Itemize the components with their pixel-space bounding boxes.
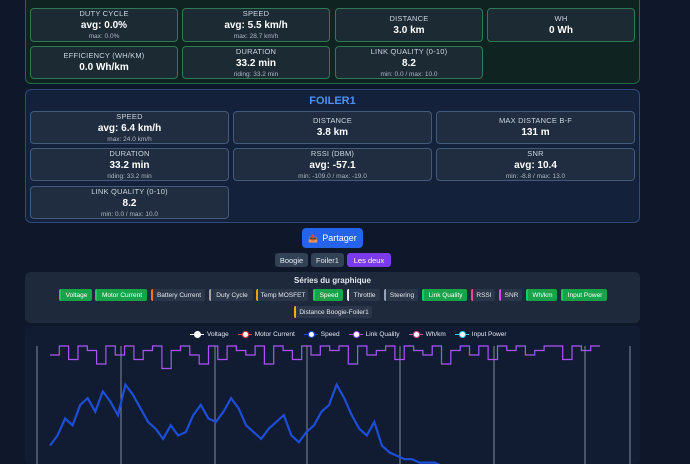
stat-card-duration: DURATION 33.2 min riding: 33.2 min	[182, 46, 330, 79]
series-chip-wh-km[interactable]: Wh/km	[526, 289, 557, 301]
stat-label: LINK QUALITY (0-10)	[91, 186, 168, 196]
foiler-card-distance: DISTANCE 3.8 km	[233, 111, 432, 144]
foiler-card-link-quality: LINK QUALITY (0-10) 8.2 min: 0.0 / max: …	[30, 186, 229, 219]
foiler-card-rssi: RSSI (DBM) avg: -57.1 min: -109.0 / max:…	[233, 148, 432, 181]
foiler-card-snr: SNR avg: 10.4 min: -8.8 / max: 13.0	[436, 148, 635, 181]
toggle-both[interactable]: Les deux	[347, 253, 391, 267]
stat-value: 0 Wh	[549, 24, 573, 36]
series-chip-speed[interactable]: Speed	[313, 289, 343, 301]
series-chip-voltage[interactable]: Voltage	[59, 289, 92, 301]
series-chip-link-quality[interactable]: Link Quality	[422, 289, 467, 301]
stat-value: avg: -57.1	[309, 159, 356, 171]
stat-value: avg: 6.4 km/h	[97, 122, 162, 134]
stat-value: 3.0 km	[393, 24, 425, 36]
series-chip-battery-current[interactable]: Battery Current	[151, 289, 205, 301]
series-chip-duty-cycle[interactable]: Duty Cycle	[209, 289, 253, 301]
stat-label: DISTANCE	[313, 116, 352, 125]
stat-label: SPEED	[116, 111, 143, 121]
stat-label: DURATION	[109, 148, 150, 158]
stat-value: avg: 0.0%	[80, 20, 128, 31]
stat-label: SNR	[527, 148, 544, 158]
stat-sub: min: 0.0 / max: 10.0	[100, 210, 159, 218]
stat-sub: min: 0.0 / max: 10.0	[380, 70, 438, 78]
stat-card-duty-cycle: DUTY CYCLE avg: 0.0% max: 0.0%	[30, 8, 178, 42]
series-chip-snr[interactable]: SNR	[499, 289, 522, 301]
stat-sub: min: -8.8 / max: 13.0	[505, 172, 566, 180]
stat-card-speed: SPEED avg: 5.5 km/h max: 28.7 km/h	[182, 8, 330, 42]
stat-label: RSSI (DBM)	[310, 148, 355, 158]
series-chip-temp-mosfet[interactable]: Temp MOSFET	[256, 289, 308, 301]
series-line-link-quality	[50, 345, 600, 370]
series-line-speed	[49, 381, 441, 464]
stat-card-efficiency: EFFICIENCY (WH/KM) 0.0 Wh/km	[30, 46, 178, 79]
stat-value: 33.2 min	[235, 57, 277, 69]
series-chip-distance-boogie-foiler1[interactable]: Distance Boogie-Foiler1	[294, 306, 372, 318]
stat-value: avg: 10.4	[514, 159, 557, 171]
series-chip-input-power[interactable]: Input Power	[561, 289, 607, 301]
stat-value: avg: 5.5 km/h	[224, 20, 288, 31]
stat-sub: min: -109.0 / max: -19.0	[298, 172, 367, 180]
stat-value: 131 m	[521, 127, 550, 138]
stat-label: SPEED	[242, 9, 270, 18]
toggle-boogie[interactable]: Boogie	[275, 253, 308, 267]
stat-sub: max: 28.7 km/h	[233, 33, 279, 40]
stat-label: EFFICIENCY (WH/KM)	[63, 51, 145, 60]
stat-label: MAX DISTANCE B-F	[498, 116, 573, 125]
toggle-foiler1[interactable]: Foiler1	[311, 253, 344, 267]
share-tray-icon: 📤	[308, 233, 319, 243]
series-panel-title: Séries du graphique	[294, 276, 371, 285]
stat-value: 33.2 min	[109, 159, 150, 171]
stat-value: 8.2	[122, 197, 137, 209]
series-chip-steering[interactable]: Steering	[384, 289, 418, 301]
stat-card-wh: WH 0 Wh	[487, 8, 635, 42]
stat-sub: riding: 33.2 min	[233, 70, 279, 78]
foiler-card-max-distance: MAX DISTANCE B-F 131 m	[436, 111, 635, 144]
chart-plot	[36, 345, 631, 464]
stat-card-link-quality: LINK QUALITY (0-10) 8.2 min: 0.0 / max: …	[335, 46, 483, 79]
share-button-label: Partager	[322, 233, 357, 243]
stat-sub: max: 0.0%	[88, 33, 120, 40]
stat-label: LINK QUALITY (0-10)	[370, 46, 448, 56]
series-chip-motor-current[interactable]: Motor Current	[95, 289, 147, 301]
stat-sub: max: 24.0 km/h	[107, 135, 152, 143]
share-button[interactable]: 📤 Partager	[302, 228, 363, 248]
stat-label: DISTANCE	[389, 13, 429, 23]
stat-value: 0.0 Wh/km	[79, 62, 129, 73]
stat-sub: riding: 33.2 min	[107, 172, 152, 180]
foiler-card-duration: DURATION 33.2 min riding: 33.2 min	[30, 148, 229, 181]
stat-value: 3.8 km	[316, 127, 349, 138]
stat-label: DUTY CYCLE	[79, 9, 129, 18]
stat-label: DURATION	[235, 46, 277, 56]
stat-label: WH	[554, 13, 568, 23]
series-chip-rssi[interactable]: RSSI	[471, 289, 495, 301]
foiler-section-title: FOILER1	[309, 95, 356, 107]
stat-value: 8.2	[402, 57, 416, 69]
series-chip-throttle[interactable]: Throttle	[347, 289, 380, 301]
stat-card-distance: DISTANCE 3.0 km	[335, 8, 483, 42]
foiler-card-speed: SPEED avg: 6.4 km/h max: 24.0 km/h	[30, 111, 229, 144]
